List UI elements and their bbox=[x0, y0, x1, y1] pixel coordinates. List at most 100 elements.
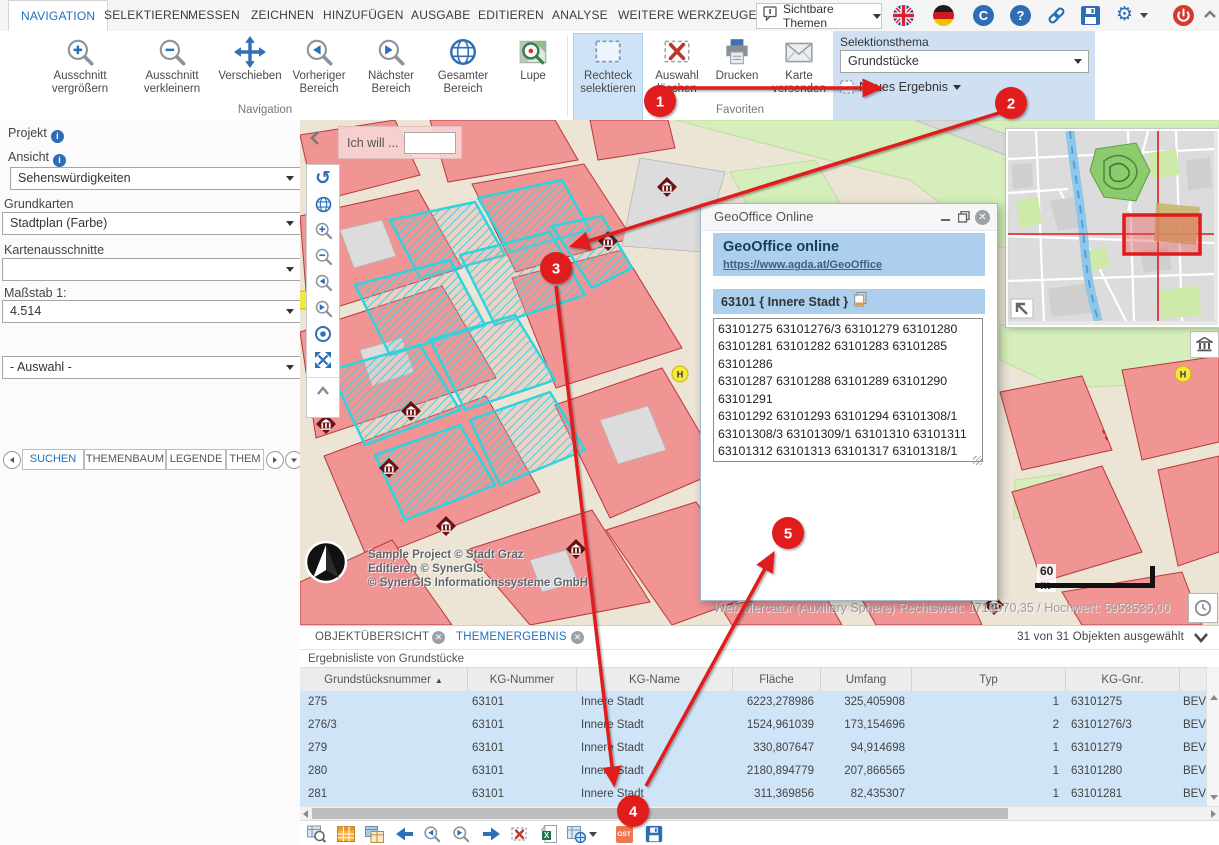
lupe-button[interactable]: Lupe bbox=[508, 34, 558, 134]
sidebar-tab-legende[interactable]: LEGENDE bbox=[166, 449, 226, 470]
overview-map[interactable] bbox=[1006, 129, 1219, 327]
collapse-ribbon-icon[interactable] bbox=[1203, 8, 1217, 26]
prev-extent-small-icon[interactable] bbox=[307, 269, 339, 295]
col-extra[interactable] bbox=[1180, 668, 1206, 692]
clear-selection-button[interactable]: Auswahl löschen bbox=[644, 34, 710, 134]
visible-themes-button[interactable]: Sichtbare Themen bbox=[756, 3, 882, 29]
restore-icon[interactable] bbox=[957, 210, 971, 224]
zoom-next-record-button[interactable] bbox=[451, 824, 471, 844]
overview-extent-rect[interactable] bbox=[1124, 215, 1200, 254]
table-copy-button[interactable] bbox=[364, 824, 384, 844]
tab-themenergebnis[interactable]: THEMENERGEBNIS bbox=[456, 631, 567, 643]
close-tab-theme-icon[interactable]: ✕ bbox=[571, 631, 584, 644]
view-info-icon[interactable]: i bbox=[53, 154, 66, 167]
link-icon[interactable] bbox=[1046, 5, 1067, 26]
expand-arrows-icon[interactable] bbox=[307, 347, 339, 373]
table-row[interactable]: 276/3 63101 Innere Stadt 1524,961039 173… bbox=[300, 714, 1206, 738]
print-button[interactable]: Drucken bbox=[712, 34, 762, 134]
table-settings-button[interactable] bbox=[566, 824, 586, 844]
close-icon[interactable]: ✕ bbox=[975, 210, 990, 225]
settings-dropdown-icon[interactable] bbox=[588, 824, 598, 844]
full-extent-button[interactable]: Gesamter Bereich bbox=[428, 34, 498, 134]
tab-objektuebersicht[interactable]: OBJEKTÜBERSICHT bbox=[315, 631, 429, 643]
tabs-scroll-left-icon[interactable] bbox=[3, 451, 21, 469]
project-info-icon[interactable]: i bbox=[51, 130, 64, 143]
col-kg-name[interactable]: KG-Name bbox=[577, 668, 733, 692]
geooffice-link[interactable]: https://www.agda.at/GeoOffice bbox=[723, 259, 882, 271]
language-german-flag-icon[interactable] bbox=[933, 5, 954, 26]
col-grundstuecksnummer[interactable]: Grundstücksnummer▲ bbox=[300, 668, 468, 692]
gst-button[interactable]: GST bbox=[614, 824, 634, 844]
next-extent-button[interactable]: Nächster Bereich bbox=[358, 34, 424, 134]
refresh-icon[interactable]: ↺ bbox=[307, 165, 339, 191]
previous-extent-button[interactable]: Vorheriger Bereich bbox=[286, 34, 352, 134]
iwill-input[interactable] bbox=[404, 132, 456, 154]
scroll-right-icon[interactable] bbox=[1211, 810, 1216, 818]
basemap-select[interactable]: Stadtplan (Farbe) bbox=[2, 212, 301, 235]
col-kg-nummer[interactable]: KG-Nummer bbox=[468, 668, 577, 692]
col-umfang[interactable]: Umfang bbox=[821, 668, 912, 692]
next-extent-small-icon[interactable] bbox=[307, 295, 339, 321]
tab-weitere-werkzeuge[interactable]: WEITERE WERKZEUGE bbox=[606, 0, 769, 30]
tabs-scroll-right-icon[interactable] bbox=[266, 451, 284, 469]
zoom-out-button[interactable]: Ausschnitt verkleinern bbox=[127, 34, 217, 134]
settings-gear-icon[interactable]: ⚙ bbox=[1116, 3, 1133, 26]
dialog-title-bar[interactable]: GeoOffice Online ✕ bbox=[701, 204, 997, 231]
zoom-in-button[interactable]: Ausschnitt vergrößern bbox=[35, 34, 125, 134]
excel-export-button[interactable]: X bbox=[539, 824, 559, 844]
view-label: Ansichti bbox=[8, 150, 66, 167]
copy-icon[interactable] bbox=[854, 292, 868, 312]
hscroll-thumb[interactable] bbox=[312, 808, 1008, 819]
send-map-button[interactable]: Karte versenden bbox=[766, 34, 832, 134]
language-english-flag-icon[interactable] bbox=[893, 5, 914, 26]
zoom-out-small-icon[interactable] bbox=[307, 243, 339, 269]
sidebar-tab-themenbaum[interactable]: THEMENBAUM bbox=[84, 449, 166, 470]
clear-result-button[interactable] bbox=[510, 824, 530, 844]
scroll-up-icon[interactable] bbox=[1210, 695, 1218, 700]
settings-caret-icon[interactable] bbox=[1140, 13, 1148, 18]
last-record-button[interactable] bbox=[481, 824, 501, 844]
zoom-in-small-icon[interactable] bbox=[307, 217, 339, 243]
center-point-icon[interactable] bbox=[307, 321, 339, 347]
table-view-button[interactable] bbox=[336, 824, 356, 844]
save-icon[interactable] bbox=[1080, 5, 1101, 26]
pan-button[interactable]: Verschieben bbox=[213, 34, 287, 134]
sidebar-collapse-icon[interactable] bbox=[308, 130, 322, 151]
view-select[interactable]: Sehenswürdigkeiten bbox=[10, 167, 301, 190]
zoom-prev-record-button[interactable] bbox=[422, 824, 442, 844]
scroll-left-icon[interactable] bbox=[303, 810, 308, 818]
scroll-down-icon[interactable] bbox=[1210, 795, 1218, 800]
toolbar-collapse-icon[interactable] bbox=[307, 378, 339, 404]
logout-power-icon[interactable] bbox=[1173, 5, 1194, 26]
col-kg-gnr[interactable]: KG-Gnr. bbox=[1066, 668, 1180, 692]
monument-tool-button[interactable] bbox=[1190, 331, 1219, 358]
save-result-button[interactable] bbox=[644, 824, 664, 844]
first-record-button[interactable] bbox=[394, 824, 414, 844]
scale-select[interactable]: 4.514 bbox=[2, 300, 301, 323]
rect-select-button[interactable]: Rechteck selektieren bbox=[573, 33, 643, 121]
help-icon[interactable]: ? bbox=[1010, 5, 1031, 26]
extents-select[interactable] bbox=[2, 258, 301, 281]
table-row[interactable]: 280 63101 Innere Stadt 2180,894779 207,8… bbox=[300, 760, 1206, 784]
table-row[interactable]: 275 63101 Innere Stadt 6223,278986 325,4… bbox=[300, 691, 1206, 715]
copyright-c-icon[interactable]: C bbox=[973, 5, 994, 26]
col-typ[interactable]: Typ bbox=[912, 668, 1066, 692]
panel-collapse-icon[interactable] bbox=[1193, 631, 1209, 649]
table-search-button[interactable] bbox=[306, 824, 326, 844]
sidebar-tab-suchen[interactable]: SUCHEN bbox=[22, 449, 84, 470]
minimize-icon[interactable] bbox=[939, 210, 953, 224]
parcel-list-textarea[interactable]: 63101275 63101276/3 63101279 63101280 63… bbox=[713, 318, 983, 462]
close-tab-overview-icon[interactable]: ✕ bbox=[432, 631, 445, 644]
table-vertical-scrollbar[interactable] bbox=[1206, 667, 1219, 806]
time-slider-button[interactable] bbox=[1188, 593, 1218, 623]
table-row[interactable]: 281 63101 Innere Stadt 311,369856 82,435… bbox=[300, 783, 1206, 807]
col-flaeche[interactable]: Fläche bbox=[733, 668, 821, 692]
new-result-button[interactable]: Neues Ergebnis bbox=[840, 80, 961, 94]
table-horizontal-scrollbar[interactable] bbox=[300, 806, 1219, 821]
selection-theme-select[interactable]: Grundstücke bbox=[840, 50, 1089, 73]
sidebar-tab-themenergebnis[interactable]: THEM bbox=[226, 449, 264, 470]
globe-small-icon[interactable] bbox=[307, 191, 339, 217]
search-selection-select[interactable]: - Auswahl - bbox=[2, 356, 301, 379]
textarea-resize-handle[interactable] bbox=[973, 456, 982, 465]
table-row[interactable]: 279 63101 Innere Stadt 330,807647 94,914… bbox=[300, 737, 1206, 761]
